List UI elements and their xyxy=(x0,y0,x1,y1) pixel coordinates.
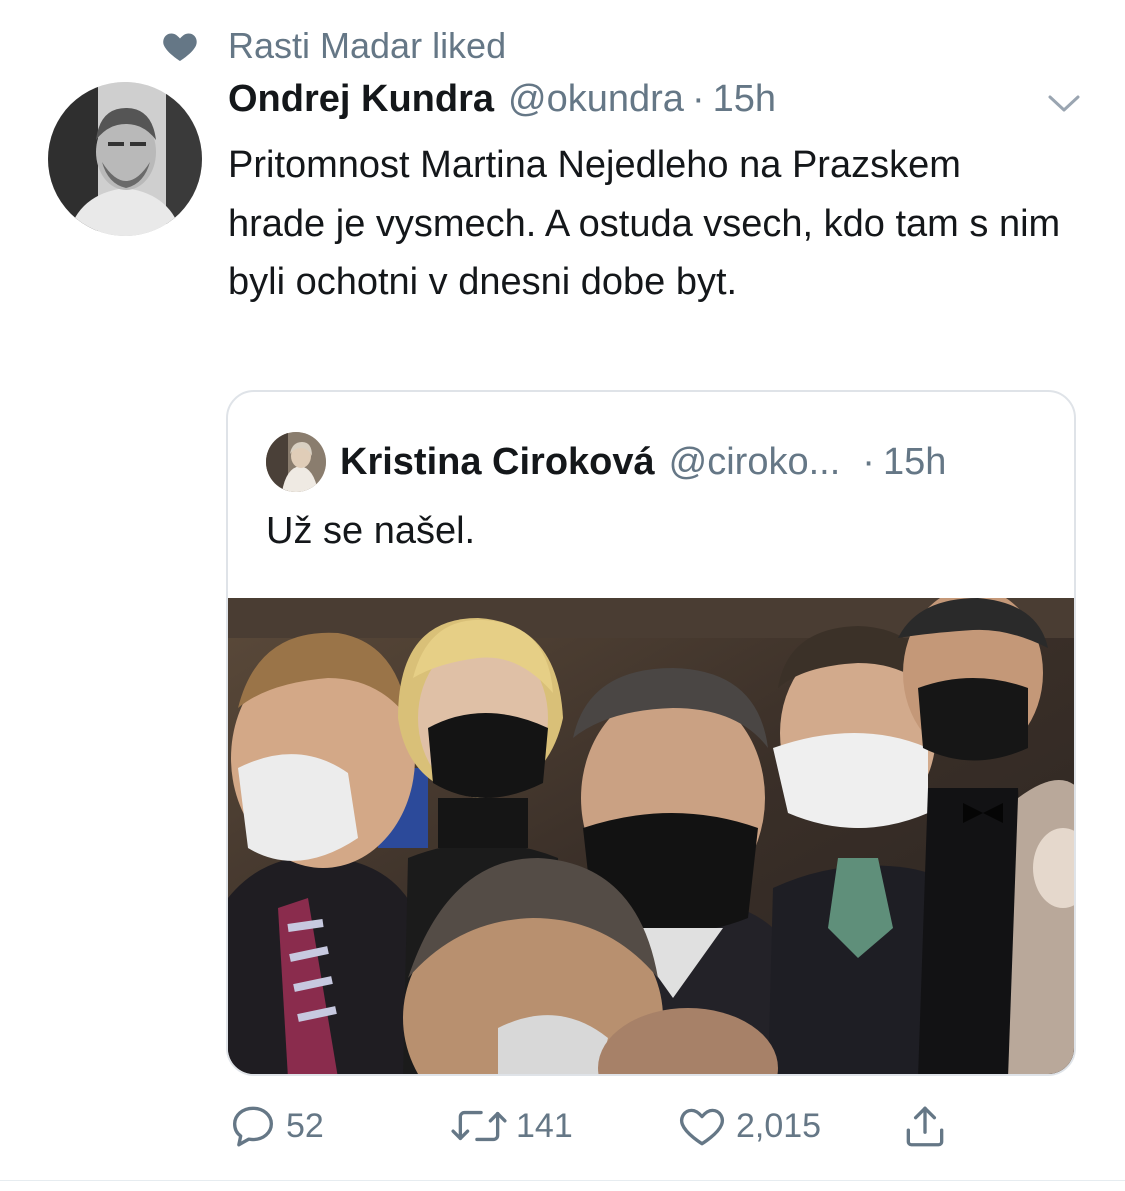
share-button[interactable] xyxy=(900,1096,950,1156)
author-name[interactable]: Ondrej Kundra xyxy=(228,78,494,121)
social-context-text: Rasti Madar liked xyxy=(228,25,507,66)
divider xyxy=(0,1180,1125,1181)
heart-outline-icon xyxy=(680,1108,724,1146)
quoted-tweet[interactable]: Kristina Ciroková @ciroko... · 15h Už se… xyxy=(226,390,1076,1076)
tweet-text: Pritomnost Martina Nejedleho na Prazskem… xyxy=(228,144,1061,303)
author-handle[interactable]: @okundra xyxy=(508,78,684,121)
quote-photo[interactable] xyxy=(228,598,1074,1074)
tweet-header: Ondrej Kundra @okundra · 15h xyxy=(228,78,776,128)
quote-separator-dot: · xyxy=(862,440,875,483)
social-context: Rasti Madar liked xyxy=(160,22,506,70)
separator-dot: · xyxy=(691,78,705,120)
reply-button[interactable]: 52 xyxy=(228,1096,324,1156)
reply-count: 52 xyxy=(286,1106,324,1145)
retweet-button[interactable]: 141 xyxy=(450,1096,573,1156)
quote-author-avatar xyxy=(266,432,326,492)
tweet-actions: 52 141 2,015 xyxy=(0,1096,1125,1156)
share-icon xyxy=(906,1106,944,1147)
quote-header: Kristina Ciroková @ciroko... · 15h xyxy=(266,432,946,492)
quote-author-name: Kristina Ciroková xyxy=(340,440,655,483)
like-count: 2,015 xyxy=(736,1106,822,1145)
reply-icon xyxy=(233,1106,273,1147)
retweet-icon xyxy=(451,1110,507,1142)
retweet-count: 141 xyxy=(516,1106,573,1145)
author-avatar[interactable] xyxy=(48,82,202,236)
quote-text: Už se našel. xyxy=(266,510,476,552)
heart-icon xyxy=(163,33,197,61)
quote-author-handle: @ciroko... xyxy=(668,440,841,483)
quote-timestamp: 15h xyxy=(882,440,947,483)
tweet-timestamp[interactable]: 15h xyxy=(713,78,776,121)
like-button[interactable]: 2,015 xyxy=(676,1096,821,1156)
chevron-down-icon[interactable] xyxy=(1044,88,1084,118)
